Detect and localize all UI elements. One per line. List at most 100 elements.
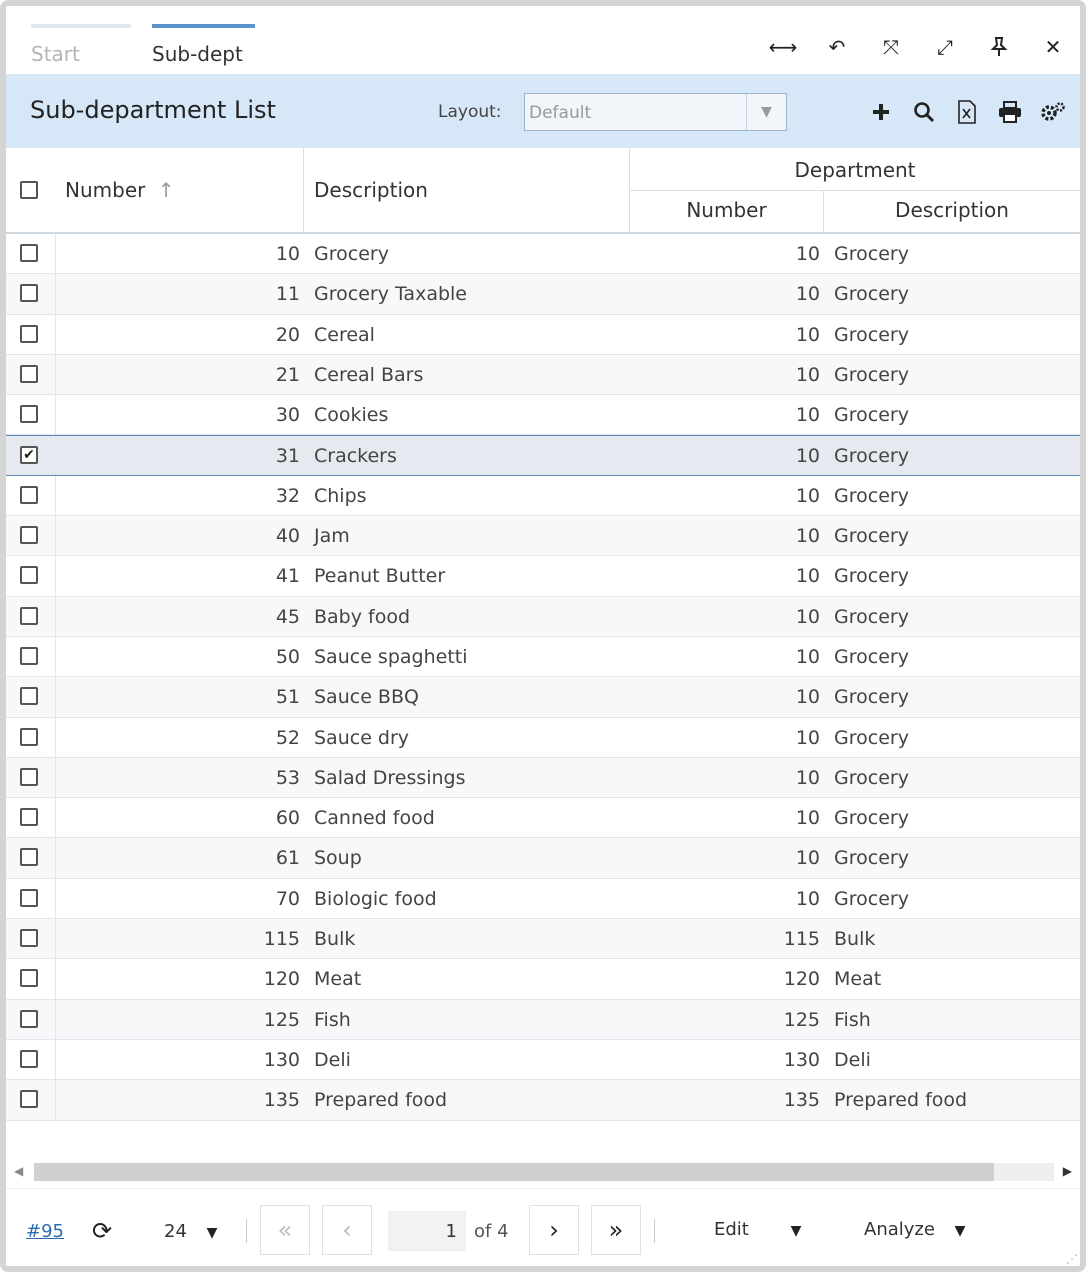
table-row[interactable]: 41 Peanut Butter 10 Grocery (6, 556, 1080, 597)
cell-description: Sauce dry (314, 726, 410, 749)
cell-dept-number: 10 (795, 283, 820, 306)
table-row[interactable]: 21 Cereal Bars 10 Grocery (6, 354, 1080, 396)
export-excel-icon[interactable] (945, 94, 988, 130)
table-row[interactable]: 45 Baby food 10 Grocery (6, 596, 1080, 637)
refresh-icon[interactable]: ⟳ (92, 1217, 112, 1245)
cell-description: Bulk (314, 928, 356, 951)
expand-icon[interactable]: ⤢ (918, 32, 972, 62)
table-row[interactable]: 30 Cookies 10 Grocery (6, 395, 1080, 436)
column-header-description[interactable]: Description (314, 178, 428, 202)
row-checkbox[interactable] (20, 244, 38, 262)
scroll-thumb[interactable] (34, 1163, 994, 1181)
undo-icon[interactable]: ↶ (810, 32, 864, 62)
last-page-button[interactable]: » (591, 1205, 641, 1255)
table-row[interactable]: ✔ 31 Crackers 10 Grocery (6, 435, 1080, 476)
pin-icon[interactable] (972, 32, 1026, 62)
scroll-right-icon[interactable]: ▶ (1063, 1164, 1072, 1178)
cell-divider (55, 475, 56, 516)
record-id-link[interactable]: #95 (26, 1221, 64, 1242)
table-row[interactable]: 60 Canned food 10 Grocery (6, 798, 1080, 839)
row-checkbox[interactable] (20, 566, 38, 585)
resize-horizontal-icon[interactable]: ⟷ (756, 32, 810, 62)
tab-indicator (31, 24, 131, 28)
row-checkbox[interactable] (20, 848, 38, 867)
next-page-button[interactable]: › (529, 1205, 579, 1255)
table-row[interactable]: 32 Chips 10 Grocery (6, 475, 1080, 517)
divider (246, 1219, 247, 1243)
cell-description: Grocery (314, 243, 389, 265)
table-row[interactable]: 10 Grocery 10 Grocery (6, 234, 1080, 275)
select-all-checkbox[interactable] (20, 181, 38, 199)
prev-page-button[interactable]: ‹ (322, 1205, 372, 1255)
row-checkbox[interactable] (20, 284, 38, 303)
close-icon[interactable]: ✕ (1026, 32, 1080, 62)
row-checkbox[interactable] (20, 969, 38, 988)
row-checkbox[interactable] (20, 767, 38, 786)
add-icon[interactable] (859, 94, 902, 130)
search-icon[interactable] (902, 94, 945, 130)
table-row[interactable]: 20 Cereal 10 Grocery (6, 314, 1080, 355)
scroll-track[interactable] (34, 1163, 1054, 1181)
column-header-number[interactable]: Number ↑ (65, 178, 174, 202)
cell-description: Peanut Butter (314, 565, 446, 588)
row-checkbox[interactable] (20, 727, 38, 746)
table-row[interactable]: 70 Biologic food 10 Grocery (6, 878, 1080, 920)
layout-select[interactable]: Default ▼ (524, 93, 787, 131)
cell-dept-number: 10 (795, 645, 820, 668)
page-number-input[interactable]: 1 (388, 1211, 466, 1251)
row-checkbox[interactable] (20, 485, 38, 504)
row-checkbox[interactable] (20, 324, 38, 343)
first-page-button[interactable]: « (260, 1205, 310, 1255)
table-row[interactable]: 120 Meat 120 Meat (6, 959, 1080, 1000)
column-header-dept-description[interactable]: Description (824, 198, 1080, 222)
group-divider (630, 190, 1080, 191)
row-checkbox[interactable] (20, 1049, 38, 1068)
fullscreen-icon[interactable]: ⤧ (864, 32, 918, 62)
cell-divider (55, 798, 56, 838)
table-row[interactable]: 40 Jam 10 Grocery (6, 516, 1080, 557)
resize-grip-icon[interactable]: ⋰ (1066, 1252, 1078, 1266)
row-checkbox[interactable] (20, 929, 38, 948)
cell-divider (55, 596, 56, 636)
table-row[interactable]: 50 Sauce spaghetti 10 Grocery (6, 636, 1080, 678)
tab-sub-dept[interactable]: Sub-dept (152, 20, 256, 72)
cell-divider (55, 395, 56, 435)
chevron-down-icon[interactable]: ▼ (746, 94, 786, 130)
row-checkbox[interactable] (20, 646, 38, 665)
page-size-select[interactable]: 24 ▼ (164, 1221, 217, 1242)
row-checkbox[interactable] (20, 1009, 38, 1028)
horizontal-scrollbar[interactable]: ◀ ▶ (10, 1160, 1078, 1184)
cell-number: 53 (275, 766, 300, 789)
table-row[interactable]: 11 Grocery Taxable 10 Grocery (6, 274, 1080, 315)
cell-description: Baby food (314, 605, 411, 628)
table-row[interactable]: 52 Sauce dry 10 Grocery (6, 717, 1080, 758)
scroll-left-icon[interactable]: ◀ (14, 1164, 23, 1178)
window: Start Sub-dept ⟷ ↶ ⤧ ⤢ ✕ Sub-department … (0, 0, 1086, 1272)
row-checkbox[interactable] (20, 1090, 38, 1109)
row-checkbox[interactable] (20, 405, 38, 424)
row-checkbox[interactable] (20, 364, 38, 383)
tab-start[interactable]: Start (31, 20, 133, 72)
row-checkbox[interactable] (20, 687, 38, 706)
column-header-dept-number[interactable]: Number (630, 198, 823, 222)
row-checkbox[interactable] (20, 526, 38, 545)
row-checkbox[interactable] (20, 808, 38, 827)
cell-description: Cereal Bars (314, 363, 424, 386)
table-row[interactable]: 130 Deli 130 Deli (6, 1039, 1080, 1081)
table-row[interactable]: 125 Fish 125 Fish (6, 999, 1080, 1040)
cell-dept-number: 10 (795, 363, 820, 386)
settings-icon[interactable] (1031, 94, 1074, 130)
table-row[interactable]: 135 Prepared food 135 Prepared food (6, 1080, 1080, 1121)
row-checkbox[interactable]: ✔ (20, 446, 38, 465)
table-row[interactable]: 53 Salad Dressings 10 Grocery (6, 757, 1080, 799)
print-icon[interactable] (988, 94, 1031, 130)
table-row[interactable]: 61 Soup 10 Grocery (6, 838, 1080, 879)
cell-description: Grocery Taxable (314, 283, 467, 306)
chevron-down-icon: ▼ (206, 1225, 218, 1241)
table-row[interactable]: 115 Bulk 115 Bulk (6, 919, 1080, 960)
row-checkbox[interactable] (20, 888, 38, 907)
analyze-menu-button[interactable]: Analyze ▼ (864, 1219, 965, 1240)
edit-menu-button[interactable]: Edit ▼ (714, 1219, 801, 1240)
table-row[interactable]: 51 Sauce BBQ 10 Grocery (6, 677, 1080, 718)
row-checkbox[interactable] (20, 606, 38, 625)
